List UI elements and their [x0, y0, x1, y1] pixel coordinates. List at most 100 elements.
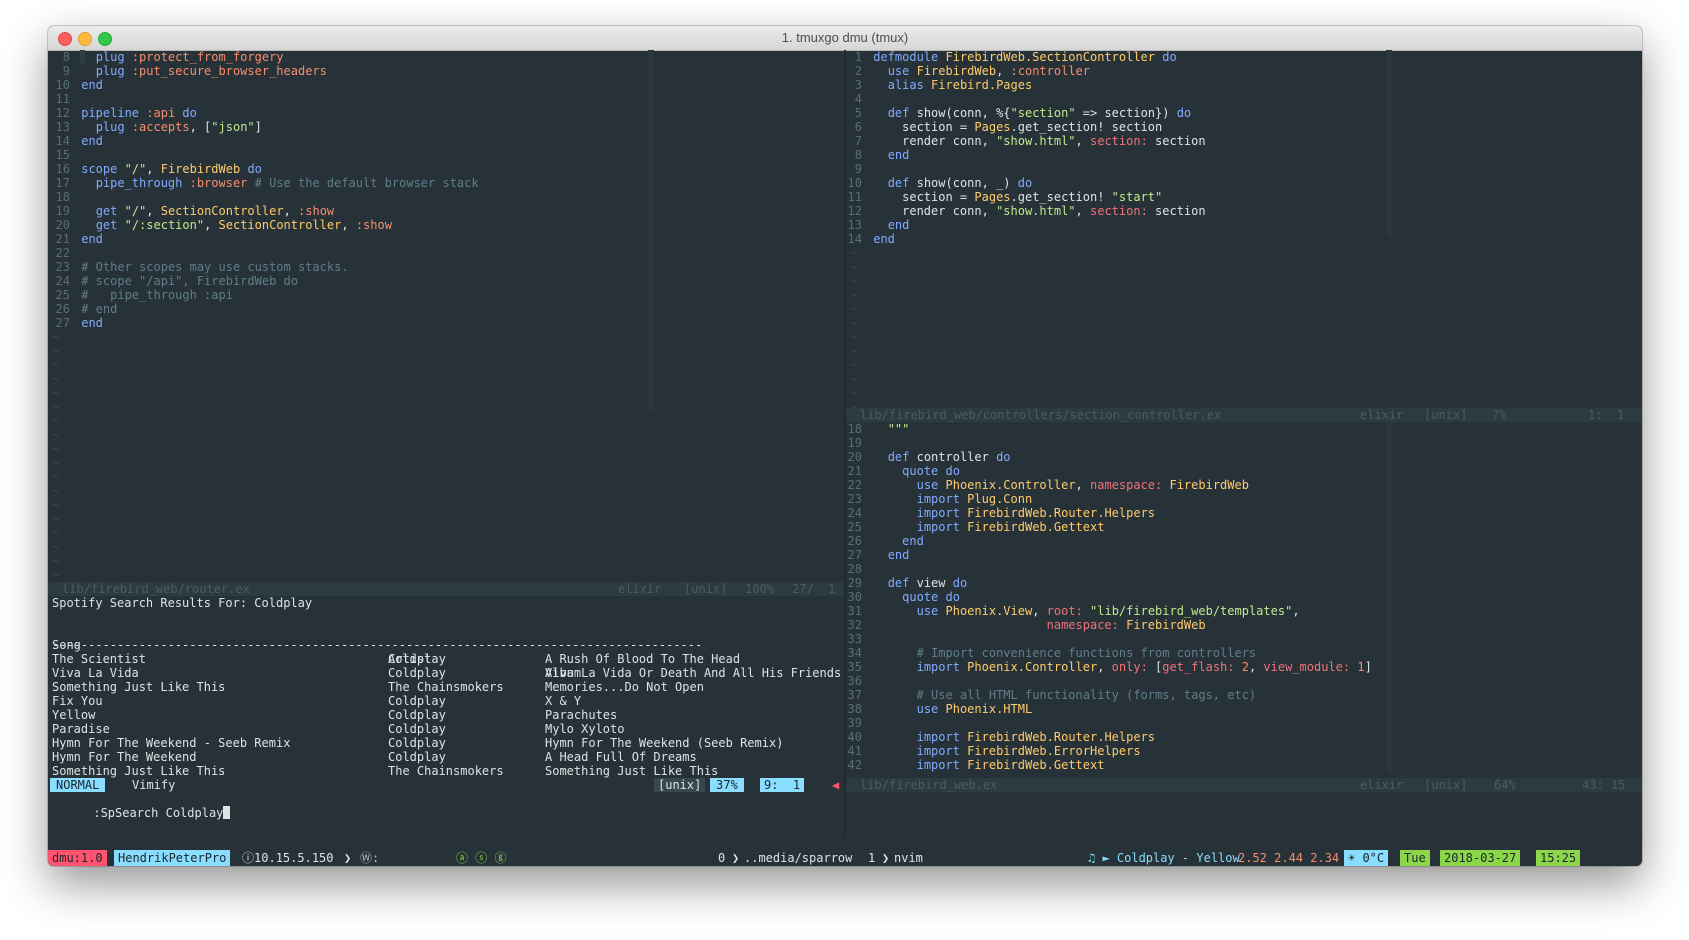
tmux-window-0-index[interactable]: 0 [714, 850, 729, 866]
tmux-window-0-path[interactable]: ..media/sparrow [740, 850, 856, 866]
code-line[interactable]: 37 # Use all HTML functionality (forms, … [846, 688, 1642, 702]
code-token: controller [916, 450, 997, 464]
code-line[interactable]: 40 import FirebirdWeb.Router.Helpers [846, 730, 1642, 744]
code-line[interactable]: 20 get "/:section", SectionController, :… [48, 218, 844, 232]
code-token: plug [95, 120, 132, 134]
track-row[interactable]: Hymn For The Weekend Coldplay A Head Full … [48, 750, 844, 764]
code-line[interactable]: 35 import Phoenix.Controller, only: [get… [846, 660, 1642, 674]
code-line[interactable]: 1 defmodule FirebirdWeb.SectionControlle… [846, 50, 1642, 64]
right-top-editor-pane[interactable]: 1 defmodule FirebirdWeb.SectionControlle… [846, 50, 1642, 408]
code-line[interactable]: 25 # pipe_through :api [48, 288, 844, 302]
code-line[interactable]: 33 [846, 632, 1642, 646]
track-row[interactable]: Paradise Coldplay Mylo Xyloto [48, 722, 844, 736]
code-line[interactable]: 19 get "/", SectionController, :show [48, 204, 844, 218]
code-line[interactable]: 26 # end [48, 302, 844, 316]
code-line[interactable]: 38 use Phoenix.HTML [846, 702, 1642, 716]
code-line[interactable]: 12 pipeline :api do [48, 106, 844, 120]
code-line[interactable]: 3 alias Firebird.Pages [846, 78, 1642, 92]
code-line[interactable]: 15 [48, 148, 844, 162]
code-line[interactable]: 22 use Phoenix.Controller, namespace: Fi… [846, 478, 1642, 492]
code-line[interactable]: 23 # Other scopes may use custom stacks. [48, 260, 844, 274]
code-line[interactable]: 42 import FirebirdWeb.Gettext [846, 758, 1642, 772]
code-line[interactable]: 18 [48, 190, 844, 204]
code-token: :controller [1010, 64, 1091, 78]
code-line[interactable]: 26 end [846, 534, 1642, 548]
code-line[interactable]: 14 end [846, 232, 1642, 246]
code-line[interactable]: 9 [846, 162, 1642, 176]
code-line[interactable]: 16 scope "/", FirebirdWeb do [48, 162, 844, 176]
code-line[interactable]: 30 quote do [846, 590, 1642, 604]
code-line[interactable]: 31 use Phoenix.View, root: "lib/firebird… [846, 604, 1642, 618]
code-line[interactable]: 9 plug :put_secure_browser_headers [48, 64, 844, 78]
code-line[interactable]: 6 section = Pages.get_section! section [846, 120, 1642, 134]
line-number: 9 [854, 162, 862, 176]
code-line[interactable]: 21 quote do [846, 464, 1642, 478]
code-token: quote do [902, 590, 960, 604]
code-line[interactable]: 13 end [846, 218, 1642, 232]
statusline-format: [unix] [684, 582, 728, 596]
code-line[interactable]: 27 end [846, 548, 1642, 562]
code-line[interactable]: 8 plug :protect_from_forgery [48, 50, 844, 64]
tmux-window-1-name[interactable]: nvim [890, 850, 927, 866]
code-line[interactable]: 39 [846, 716, 1642, 730]
track-row[interactable]: Viva La Vida Coldplay Viva La Vida Or Deat… [48, 666, 844, 680]
track-song: Yellow [52, 708, 96, 722]
code-line[interactable]: 14 end [48, 134, 844, 148]
code-line[interactable]: 4 [846, 92, 1642, 106]
code-line[interactable]: 22 [48, 246, 844, 260]
track-album: Viva La Vida Or Death And All His Friend… [545, 666, 842, 680]
code-token: Phoenix.HTML [945, 702, 1033, 716]
code-line[interactable]: 11 [48, 92, 844, 106]
code-line[interactable]: 24 # scope "/api", FirebirdWeb do [48, 274, 844, 288]
code-token: , [283, 204, 299, 218]
code-line[interactable]: 24 import FirebirdWeb.Router.Helpers [846, 506, 1642, 520]
tmux-session[interactable]: dmu:1.0 [48, 850, 107, 866]
code-line[interactable]: 10 end [48, 78, 844, 92]
code-line[interactable]: 7 render conn, "show.html", section: sec… [846, 134, 1642, 148]
code-line[interactable]: 27 end [48, 316, 844, 330]
code-line[interactable]: 19 [846, 436, 1642, 450]
code-line[interactable]: 34 # Import convenience functions from c… [846, 646, 1642, 660]
code-line[interactable]: 10 def show(conn, _) do [846, 176, 1642, 190]
left-editor-pane[interactable]: 8 plug :protect_from_forgery 9 plug :put_… [48, 50, 844, 582]
track-row[interactable]: The Scientist Coldplay A Rush Of Blood To … [48, 652, 844, 666]
spotify-results-pane[interactable]: Spotify Search Results For: Coldplay Son… [48, 596, 844, 778]
code-line[interactable]: 41 import FirebirdWeb.ErrorHelpers [846, 744, 1642, 758]
code-line[interactable]: 21 end [48, 232, 844, 246]
code-token: get [95, 204, 125, 218]
code-line[interactable]: 5 def show(conn, %{"section" => section}… [846, 106, 1642, 120]
code-line[interactable]: 23 import Plug.Conn [846, 492, 1642, 506]
code-line[interactable]: 17 pipe_through :browser # Use the defau… [48, 176, 844, 190]
code-line[interactable]: 8 end [846, 148, 1642, 162]
code-line[interactable]: 2 use FirebirdWeb, :controller [846, 64, 1642, 78]
window-title: 1. tmuxgo dmu (tmux) [781, 30, 909, 45]
code-line[interactable]: 28 [846, 562, 1642, 576]
track-row[interactable]: Something Just Like This The Chainsmokers… [48, 764, 844, 778]
track-row[interactable]: Something Just Like This The Chainsmokers… [48, 680, 844, 694]
code-line[interactable]: 32 namespace: FirebirdWeb [846, 618, 1642, 632]
code-line[interactable]: 12 render conn, "show.html", section: se… [846, 204, 1642, 218]
code-token: do [182, 106, 197, 120]
results-column-headers: Song Artist Album [48, 624, 844, 680]
tmux-terminal[interactable]: 8 plug :protect_from_forgery 9 plug :put_… [48, 50, 1642, 866]
line-number: 11 [847, 190, 862, 204]
code-token: , [1032, 604, 1047, 618]
command-line[interactable]: :SpSearch Coldplay [50, 792, 750, 820]
code-token: , [1292, 604, 1300, 618]
right-bottom-editor-pane[interactable]: 18 """ 19 20 def controller do 21 quote do… [846, 422, 1642, 772]
code-line[interactable]: 25 import FirebirdWeb.Gettext [846, 520, 1642, 534]
code-line[interactable]: 29 def view do [846, 576, 1642, 590]
spotify-heading: Spotify Search Results For: Coldplay [52, 596, 313, 610]
code-line[interactable]: 20 def controller do [846, 450, 1642, 464]
code-line[interactable]: 13 plug :accepts, ["json"] [48, 120, 844, 134]
code-token: FirebirdWeb.SectionController [945, 50, 1163, 64]
track-album: Mylo Xyloto [545, 722, 625, 736]
track-row[interactable]: Fix You Coldplay X & Y [48, 694, 844, 708]
track-row[interactable]: Hymn For The Weekend - Seeb Remix Coldpla… [48, 736, 844, 750]
code-line[interactable]: 36 [846, 674, 1642, 688]
track-row[interactable]: Yellow Coldplay Parachutes [48, 708, 844, 722]
tmux-window-1-index[interactable]: 1 [864, 850, 879, 866]
code-line[interactable]: 18 """ [846, 422, 1642, 436]
code-line[interactable]: 11 section = Pages.get_section! "start" [846, 190, 1642, 204]
